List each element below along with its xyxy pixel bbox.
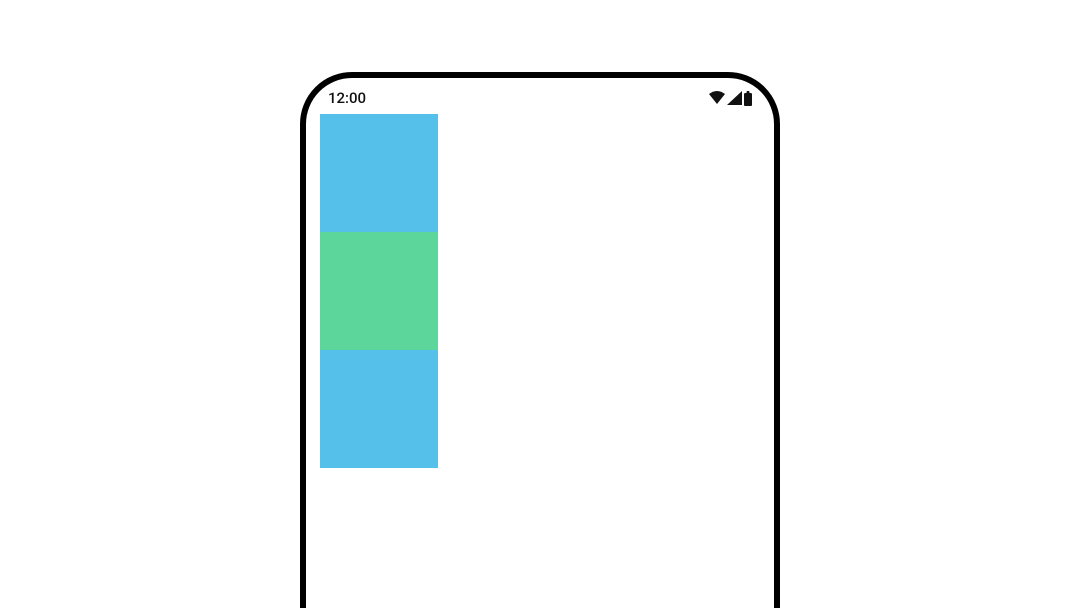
app-content — [306, 114, 774, 468]
color-column — [320, 114, 438, 468]
canvas: 12:00 — [0, 0, 1080, 608]
battery-icon — [744, 91, 752, 106]
phone-frame: 12:00 — [300, 72, 780, 608]
wifi-icon — [709, 91, 725, 105]
status-bar-icons — [709, 91, 752, 106]
box-1 — [320, 114, 438, 232]
box-3 — [320, 350, 438, 468]
status-bar: 12:00 — [306, 82, 774, 114]
box-2 — [320, 232, 438, 350]
cellular-icon — [727, 91, 742, 105]
clock: 12:00 — [328, 89, 366, 107]
